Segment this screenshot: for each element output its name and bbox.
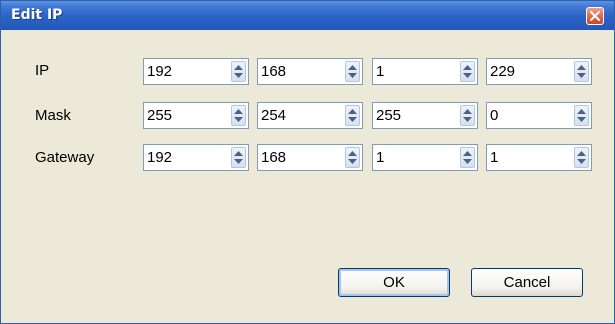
ip-octet-4-spinner[interactable]: 229 xyxy=(486,58,592,85)
titlebar[interactable]: Edit IP xyxy=(1,1,614,30)
up-arrow-icon[interactable] xyxy=(234,109,243,114)
mask-octet-3-value[interactable]: 255 xyxy=(376,107,401,124)
gateway-octet-2-spinner[interactable]: 168 xyxy=(257,144,363,171)
close-button[interactable] xyxy=(586,7,604,25)
mask-octet-4-value[interactable]: 0 xyxy=(490,107,498,124)
close-icon xyxy=(590,11,600,21)
up-arrow-icon[interactable] xyxy=(234,65,243,70)
ip-octet-3-spinner[interactable]: 1 xyxy=(372,58,478,85)
gateway-octet-4-value[interactable]: 1 xyxy=(490,149,498,166)
gateway-octet-3-spinner[interactable]: 1 xyxy=(372,144,478,171)
down-arrow-icon[interactable] xyxy=(348,159,357,164)
down-arrow-icon[interactable] xyxy=(234,73,243,78)
up-arrow-icon[interactable] xyxy=(348,151,357,156)
mask-octet-4-spin-buttons[interactable] xyxy=(574,105,589,126)
up-arrow-icon[interactable] xyxy=(348,65,357,70)
ok-button[interactable]: OK xyxy=(338,268,450,297)
down-arrow-icon[interactable] xyxy=(348,117,357,122)
mask-octet-3-spin-buttons[interactable] xyxy=(460,105,475,126)
gateway-octet-1-spinner[interactable]: 192 xyxy=(143,144,249,171)
down-arrow-icon[interactable] xyxy=(463,159,472,164)
cancel-button[interactable]: Cancel xyxy=(471,268,583,297)
down-arrow-icon[interactable] xyxy=(348,73,357,78)
ip-octet-2-spin-buttons[interactable] xyxy=(345,61,360,82)
ip-octet-2-value[interactable]: 168 xyxy=(261,63,286,80)
up-arrow-icon[interactable] xyxy=(463,109,472,114)
gateway-octet-3-spin-buttons[interactable] xyxy=(460,147,475,168)
up-arrow-icon[interactable] xyxy=(463,151,472,156)
up-arrow-icon[interactable] xyxy=(348,109,357,114)
mask-octet-2-spin-buttons[interactable] xyxy=(345,105,360,126)
up-arrow-icon[interactable] xyxy=(463,65,472,70)
up-arrow-icon[interactable] xyxy=(577,65,586,70)
gateway-octet-2-spin-buttons[interactable] xyxy=(345,147,360,168)
gateway-octet-3-value[interactable]: 1 xyxy=(376,149,384,166)
gateway-octet-1-value[interactable]: 192 xyxy=(147,149,172,166)
mask-octet-1-value[interactable]: 255 xyxy=(147,107,172,124)
up-arrow-icon[interactable] xyxy=(577,151,586,156)
gateway-octet-2-value[interactable]: 168 xyxy=(261,149,286,166)
down-arrow-icon[interactable] xyxy=(463,117,472,122)
edit-ip-dialog: Edit IP IP Mask Gateway 192 168 1 229 25… xyxy=(0,0,615,324)
ip-octet-4-value[interactable]: 229 xyxy=(490,63,515,80)
gateway-label: Gateway xyxy=(35,149,95,166)
ip-octet-1-spinner[interactable]: 192 xyxy=(143,58,249,85)
window-title: Edit IP xyxy=(11,7,63,23)
down-arrow-icon[interactable] xyxy=(577,73,586,78)
up-arrow-icon[interactable] xyxy=(234,151,243,156)
down-arrow-icon[interactable] xyxy=(234,159,243,164)
gateway-octet-4-spinner[interactable]: 1 xyxy=(486,144,592,171)
ip-octet-2-spinner[interactable]: 168 xyxy=(257,58,363,85)
mask-label: Mask xyxy=(35,107,71,124)
ip-label: IP xyxy=(35,62,50,79)
ip-octet-1-spin-buttons[interactable] xyxy=(231,61,246,82)
mask-octet-3-spinner[interactable]: 255 xyxy=(372,102,478,129)
mask-octet-4-spinner[interactable]: 0 xyxy=(486,102,592,129)
mask-octet-1-spin-buttons[interactable] xyxy=(231,105,246,126)
down-arrow-icon[interactable] xyxy=(577,117,586,122)
dialog-body: IP Mask Gateway 192 168 1 229 255 254 25… xyxy=(1,30,614,323)
down-arrow-icon[interactable] xyxy=(463,73,472,78)
up-arrow-icon[interactable] xyxy=(577,109,586,114)
mask-octet-2-spinner[interactable]: 254 xyxy=(257,102,363,129)
down-arrow-icon[interactable] xyxy=(577,159,586,164)
ip-octet-1-value[interactable]: 192 xyxy=(147,63,172,80)
gateway-octet-1-spin-buttons[interactable] xyxy=(231,147,246,168)
down-arrow-icon[interactable] xyxy=(234,117,243,122)
ip-octet-4-spin-buttons[interactable] xyxy=(574,61,589,82)
mask-octet-1-spinner[interactable]: 255 xyxy=(143,102,249,129)
ip-octet-3-spin-buttons[interactable] xyxy=(460,61,475,82)
gateway-octet-4-spin-buttons[interactable] xyxy=(574,147,589,168)
ip-octet-3-value[interactable]: 1 xyxy=(376,63,384,80)
mask-octet-2-value[interactable]: 254 xyxy=(261,107,286,124)
